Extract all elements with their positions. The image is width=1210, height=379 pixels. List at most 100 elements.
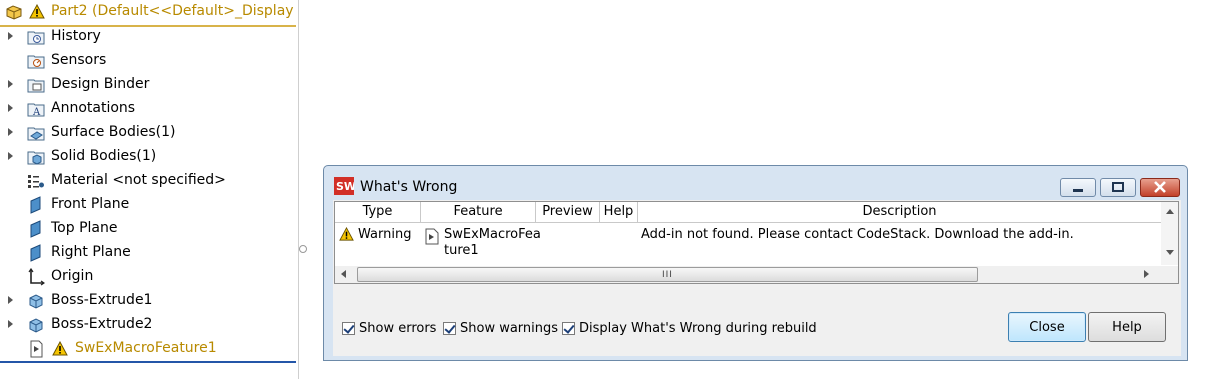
display-during-rebuild-checkbox[interactable]: Display What's Wrong during rebuild (562, 321, 817, 336)
show-errors-checkbox[interactable]: Show errors (342, 321, 436, 336)
solid-bodies-folder-icon (27, 151, 45, 165)
row-description: Add-in not found. Please contact CodeSta… (641, 227, 1074, 242)
tree-root-part[interactable]: Part2 (Default<<Default>_Display St (0, 0, 296, 27)
expand-arrow-icon[interactable] (8, 152, 13, 160)
svg-text:A: A (32, 107, 41, 118)
tree-item-label: Annotations (51, 100, 136, 116)
whats-wrong-dialog: SW What's Wrong Type Feature Preview Hel… (323, 165, 1188, 361)
scroll-down-arrow-icon[interactable] (1166, 250, 1174, 255)
warning-icon (52, 341, 68, 356)
tree-item-label: History (51, 28, 101, 44)
tree-item-label: Origin (51, 268, 94, 284)
tree-item-label: Boss-Extrude2 (51, 316, 153, 332)
tree-item-history[interactable]: History (0, 25, 296, 49)
part-icon (6, 5, 22, 20)
checkbox-checked-icon[interactable] (342, 322, 355, 335)
plane-icon (30, 244, 41, 262)
macro-feature-icon (425, 228, 439, 245)
boss-extrude-icon (29, 318, 43, 333)
surface-bodies-folder-icon (27, 127, 45, 141)
column-header-type[interactable]: Type (335, 202, 421, 223)
checkbox-checked-icon[interactable] (562, 322, 575, 335)
checkbox-checked-icon[interactable] (443, 322, 456, 335)
tree-item-top-plane[interactable]: Top Plane (0, 217, 296, 241)
tree-item-label: Material <not specified> (51, 172, 226, 188)
history-folder-icon (27, 31, 45, 45)
warning-icon (339, 227, 354, 241)
tree-item-front-plane[interactable]: Front Plane (0, 193, 296, 217)
column-header-preview[interactable]: Preview (536, 202, 600, 223)
close-button[interactable]: Close (1008, 312, 1086, 342)
tree-item-origin[interactable]: Origin (0, 265, 296, 289)
tree-item-label: Sensors (51, 52, 107, 68)
checkbox-label: Display What's Wrong during rebuild (579, 321, 817, 336)
scroll-left-arrow-icon[interactable] (341, 270, 346, 278)
annotations-folder-icon: A (27, 103, 45, 118)
row-feature-line1: SwExMacroFea (444, 227, 541, 242)
column-header-description[interactable]: Description (638, 202, 1161, 223)
material-icon (28, 175, 44, 188)
help-button[interactable]: Help (1088, 312, 1166, 342)
tree-item-label: Top Plane (51, 220, 118, 236)
dialog-content: Type Feature Preview Help Description Wa… (333, 200, 1181, 356)
checkbox-label: Show warnings (460, 321, 559, 336)
tree-item-label: Right Plane (51, 244, 131, 260)
maximize-button[interactable] (1100, 178, 1136, 197)
dialog-titlebar[interactable]: SW What's Wrong (324, 166, 1187, 200)
tree-item-right-plane[interactable]: Right Plane (0, 241, 296, 265)
expand-arrow-icon[interactable] (8, 32, 13, 40)
panel-splitter-handle[interactable] (299, 245, 307, 253)
design-binder-folder-icon (27, 79, 45, 93)
tree-item-label: Solid Bodies(1) (51, 148, 157, 164)
minimize-icon (1073, 189, 1083, 192)
tree-item-boss-extrude2[interactable]: Boss-Extrude2 (0, 313, 296, 337)
expand-arrow-icon[interactable] (8, 104, 13, 112)
vertical-scrollbar[interactable] (1161, 202, 1178, 265)
solidworks-app-icon: SW (334, 177, 354, 195)
expand-arrow-icon[interactable] (8, 320, 13, 328)
svg-text:SW: SW (336, 180, 354, 193)
column-header-feature[interactable]: Feature (421, 202, 536, 223)
tree-item-material[interactable]: Material <not specified> (0, 169, 296, 193)
tree-item-label: SwExMacroFeature1 (75, 340, 217, 356)
row-type: Warning (358, 227, 412, 242)
plane-icon (30, 220, 41, 238)
tree-item-label: Boss-Extrude1 (51, 292, 153, 308)
problems-table: Type Feature Preview Help Description Wa… (334, 201, 1179, 284)
boss-extrude-icon (29, 294, 43, 309)
tree-item-label: Front Plane (51, 196, 130, 212)
dialog-title: What's Wrong (360, 179, 458, 195)
tree-item-surface-bodies[interactable]: Surface Bodies(1) (0, 121, 296, 145)
warning-icon (29, 4, 45, 19)
sensors-folder-icon (27, 55, 45, 69)
scrollbar-thumb[interactable]: III (357, 267, 978, 282)
minimize-button[interactable] (1060, 178, 1096, 197)
table-row[interactable]: Warning SwExMacroFea ture1 Add-in not fo… (335, 224, 1161, 264)
tree-item-label: Surface Bodies(1) (51, 124, 176, 140)
tree-item-swexmacrofeature1[interactable]: SwExMacroFeature1 (0, 337, 296, 363)
close-icon (1154, 181, 1166, 193)
plane-icon (30, 196, 41, 214)
row-feature-line2: ture1 (444, 243, 479, 258)
window-close-button[interactable] (1140, 178, 1180, 197)
horizontal-scrollbar[interactable]: III (335, 266, 1178, 283)
scrollbar-grip: III (662, 270, 673, 280)
tree-item-label: Design Binder (51, 76, 150, 92)
tree-item-annotations[interactable]: A Annotations (0, 97, 296, 121)
macro-feature-icon (30, 340, 43, 358)
checkbox-label: Show errors (359, 321, 437, 336)
expand-arrow-icon[interactable] (8, 296, 13, 304)
expand-arrow-icon[interactable] (8, 128, 13, 136)
feature-manager-tree: Part2 (Default<<Default>_Display St Hist… (0, 0, 299, 379)
tree-item-sensors[interactable]: Sensors (0, 49, 296, 73)
scroll-right-arrow-icon[interactable] (1144, 270, 1149, 278)
part-title: Part2 (Default<<Default>_Display St (51, 3, 296, 19)
tree-item-design-binder[interactable]: Design Binder (0, 73, 296, 97)
column-header-help[interactable]: Help (600, 202, 638, 223)
restore-icon (1112, 182, 1124, 192)
expand-arrow-icon[interactable] (8, 80, 13, 88)
show-warnings-checkbox[interactable]: Show warnings (443, 321, 558, 336)
scroll-up-arrow-icon[interactable] (1166, 209, 1174, 214)
tree-item-solid-bodies[interactable]: Solid Bodies(1) (0, 145, 296, 169)
tree-item-boss-extrude1[interactable]: Boss-Extrude1 (0, 289, 296, 313)
